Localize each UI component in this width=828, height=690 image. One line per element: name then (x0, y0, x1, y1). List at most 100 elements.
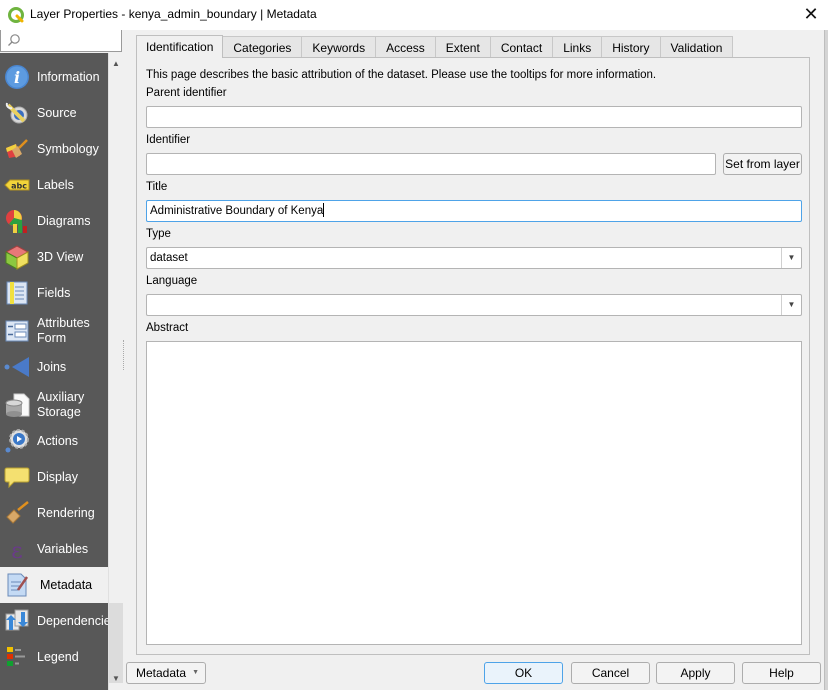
diagrams-icon (6, 210, 27, 233)
sidebar-item-diagrams[interactable]: Diagrams (0, 203, 108, 239)
metadata-icon (7, 573, 29, 597)
sidebar-item-actions[interactable]: Actions (0, 423, 108, 459)
sidebar-item-information[interactable]: i Information (0, 59, 108, 95)
scroll-down-arrow-icon[interactable]: ▼ (109, 672, 123, 686)
sidebar-item-label: Variables (37, 541, 89, 556)
sidebar-item-label: Diagrams (37, 213, 91, 228)
chevron-down-icon[interactable]: ▼ (781, 248, 801, 268)
language-label: Language (146, 275, 198, 287)
title-bar: Layer Properties - kenya_admin_boundary … (0, 0, 828, 30)
sidebar-scrollbar[interactable]: ▲ ▼ (108, 53, 123, 690)
sidebar-item-label: Actions (37, 433, 78, 448)
style-menu-button[interactable]: Metadata ▼ (126, 662, 206, 684)
attributes-form-icon (5, 320, 29, 342)
sidebar-item-label: Metadata (40, 577, 93, 592)
joins-icon (4, 357, 29, 377)
chevron-down-icon[interactable]: ▼ (781, 295, 801, 315)
parent-identifier-label: Parent identifier (146, 87, 227, 99)
window-edge (824, 30, 828, 690)
sidebar-item-label: Legend (37, 649, 79, 664)
sidebar-item-joins[interactable]: Joins (0, 349, 108, 385)
search-icon (8, 34, 20, 46)
window-title: Layer Properties - kenya_admin_boundary … (30, 7, 317, 21)
tab-links[interactable]: Links (553, 36, 603, 58)
svg-text:ε: ε (11, 539, 22, 562)
legend-icon (7, 647, 25, 666)
page-description: This page describes the basic attributio… (146, 69, 657, 81)
parent-identifier-input[interactable] (146, 106, 802, 128)
display-icon (4, 467, 30, 489)
type-value: dataset (150, 252, 188, 264)
type-label: Type (146, 228, 171, 240)
title-input[interactable]: Administrative Boundary of Kenya (146, 200, 802, 222)
tab-keywords[interactable]: Keywords (302, 36, 377, 58)
set-from-layer-button[interactable]: Set from layer (723, 153, 802, 175)
sidebar-item-label: Rendering (37, 505, 95, 520)
language-combobox[interactable]: ▼ (146, 294, 802, 316)
tab-access[interactable]: Access (376, 36, 436, 58)
sidebar-item-label: 3D View (37, 249, 84, 264)
symbology-icon (6, 139, 28, 158)
abstract-textarea[interactable] (146, 341, 802, 645)
identifier-label: Identifier (146, 134, 191, 146)
metadata-tabbar: Identification Categories Keywords Acces… (136, 35, 734, 58)
sidebar-item-source[interactable]: Source (0, 95, 108, 131)
text-caret (323, 203, 325, 217)
apply-button[interactable]: Apply (656, 662, 735, 684)
sidebar: i Information Source Symbology abc Label… (0, 53, 108, 690)
sidebar-search-input[interactable] (0, 30, 122, 52)
sidebar-item-fields[interactable]: Fields (0, 275, 108, 311)
sidebar-item-label: Fields (37, 285, 71, 300)
tab-history[interactable]: History (602, 36, 661, 58)
splitter-handle[interactable] (123, 340, 126, 370)
sidebar-item-label: Display (37, 469, 78, 484)
identifier-input[interactable] (146, 153, 716, 175)
type-combobox[interactable]: dataset ▼ (146, 247, 802, 269)
chevron-down-icon: ▼ (192, 669, 199, 676)
variables-icon: ε (11, 539, 22, 562)
scrollbar-track (109, 603, 123, 683)
sidebar-item-label: Information (37, 69, 100, 84)
title-value: Administrative Boundary of Kenya (150, 205, 324, 217)
svg-text:i: i (14, 68, 20, 87)
dependencies-icon (5, 609, 29, 631)
tab-categories[interactable]: Categories (223, 36, 303, 58)
qgis-logo-icon (8, 7, 24, 23)
rendering-icon (6, 501, 29, 524)
sidebar-item-label: Joins (37, 359, 67, 374)
sidebar-item-label: Symbology (37, 141, 99, 156)
sidebar-item-dependencies[interactable]: Dependencies (0, 603, 108, 639)
cancel-button[interactable]: Cancel (571, 662, 650, 684)
sidebar-item-attributes-form[interactable]: Attributes Form (0, 311, 108, 351)
tab-identification[interactable]: Identification (136, 35, 224, 58)
sidebar-item-label: Labels (37, 177, 74, 192)
identification-panel: This page describes the basic attributio… (136, 57, 810, 655)
source-icon (5, 102, 28, 124)
ok-button[interactable]: OK (484, 662, 563, 684)
sidebar-item-display[interactable]: Display (0, 459, 108, 495)
sidebar-item-symbology[interactable]: Symbology (0, 131, 108, 167)
sidebar-item-label: Source (37, 105, 77, 120)
sidebar-item-labels[interactable]: abc Labels (0, 167, 108, 203)
information-icon: i (5, 65, 29, 89)
labels-icon: abc (4, 179, 30, 191)
sidebar-item-variables[interactable]: ε Variables (0, 531, 108, 567)
sidebar-item-3d-view[interactable]: 3D View (0, 239, 108, 275)
layer-properties-dialog: Layer Properties - kenya_admin_boundary … (0, 0, 828, 690)
sidebar-item-label: Attributes Form (37, 316, 90, 345)
svg-text:abc: abc (11, 182, 27, 191)
sidebar-item-legend[interactable]: Legend (0, 639, 108, 675)
sidebar-item-rendering[interactable]: Rendering (0, 495, 108, 531)
3d-view-icon (4, 245, 30, 270)
close-button[interactable]: ✕ (800, 4, 822, 26)
scroll-up-arrow-icon[interactable]: ▲ (109, 57, 123, 71)
sidebar-item-metadata[interactable]: Metadata (0, 567, 108, 603)
help-button[interactable]: Help (742, 662, 821, 684)
close-icon: ✕ (803, 4, 819, 24)
tab-contact[interactable]: Contact (490, 36, 554, 58)
tab-validation[interactable]: Validation (660, 36, 734, 58)
tab-extent[interactable]: Extent (435, 36, 491, 58)
sidebar-item-auxiliary-storage[interactable]: Auxiliary Storage (0, 385, 108, 425)
fields-icon (6, 281, 28, 305)
abstract-label: Abstract (146, 322, 189, 334)
